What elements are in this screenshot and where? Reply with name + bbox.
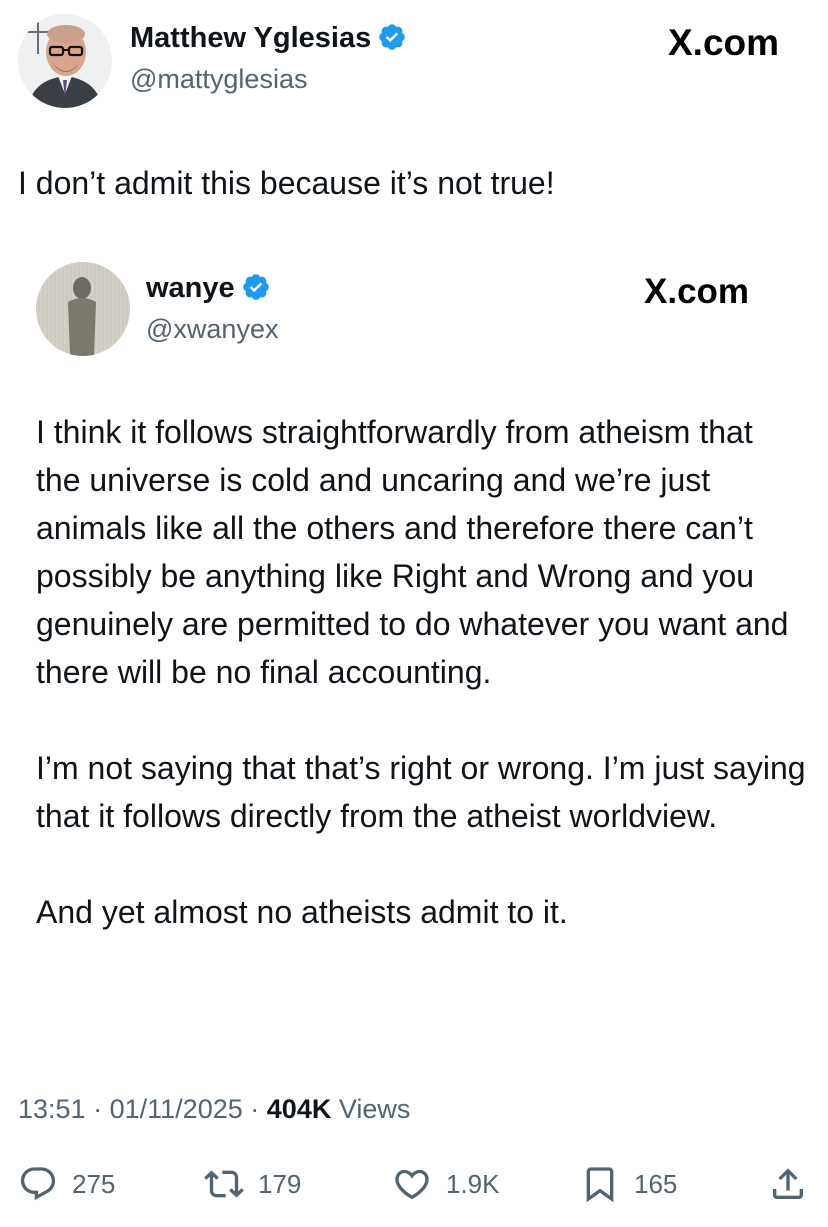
- like-icon: [395, 1169, 429, 1200]
- author-name[interactable]: Matthew Yglesias: [130, 22, 371, 54]
- like-count: 1.9K: [446, 1168, 500, 1199]
- verified-badge-icon: [379, 24, 406, 50]
- reply-count: 275: [72, 1168, 116, 1199]
- reply-icon: [20, 1167, 56, 1201]
- separator-dot: ·: [93, 1094, 103, 1124]
- tweet-date[interactable]: 01/11/2025: [110, 1094, 243, 1124]
- bookmark-count: 165: [634, 1168, 678, 1199]
- quoted-site-watermark: X.com: [644, 272, 749, 312]
- quoted-author-avatar[interactable]: [36, 262, 130, 356]
- views-count: 404K: [266, 1094, 332, 1124]
- repost-icon: [204, 1170, 244, 1198]
- bookmark-button[interactable]: 165: [580, 1160, 677, 1208]
- separator-dot: ·: [250, 1094, 260, 1124]
- site-label: X.com: [668, 22, 780, 63]
- quoted-paragraph: I think it follows straightforwardly fro…: [36, 414, 789, 690]
- site-watermark: X.com: [668, 22, 779, 64]
- quoted-paragraph: I’m not saying that that’s right or wron…: [36, 750, 806, 834]
- quoted-author-name-row[interactable]: wanye: [146, 272, 271, 305]
- author-avatar[interactable]: [18, 14, 112, 108]
- avatar-image: [36, 262, 130, 356]
- share-icon: [773, 1168, 803, 1199]
- quoted-tweet-text: I think it follows straightforwardly fro…: [36, 408, 806, 936]
- tweet-time[interactable]: 13:51: [18, 1094, 86, 1124]
- share-button[interactable]: [768, 1160, 808, 1208]
- quoted-paragraph: And yet almost no atheists admit to it.: [36, 894, 568, 930]
- tweet-text: I don’t admit this because it’s not true…: [18, 165, 555, 201]
- bookmark-icon: [586, 1167, 614, 1203]
- verified-badge-icon: [242, 274, 269, 300]
- repost-button[interactable]: 179: [204, 1160, 301, 1208]
- author-name-row[interactable]: Matthew Yglesias: [130, 22, 407, 55]
- author-handle[interactable]: @mattyglesias: [130, 64, 307, 95]
- avatar-image: [18, 14, 112, 108]
- reply-button[interactable]: 275: [18, 1160, 115, 1208]
- repost-count: 179: [258, 1168, 302, 1199]
- like-button[interactable]: 1.9K: [392, 1160, 500, 1208]
- quoted-author-handle[interactable]: @xwanyex: [146, 314, 278, 345]
- tweet-meta: 13:51 · 01/11/2025 · 404K Views: [18, 1094, 410, 1125]
- views-label: Views: [338, 1094, 411, 1124]
- quoted-author-name[interactable]: wanye: [146, 272, 235, 304]
- quoted-site-label: X.com: [644, 272, 750, 311]
